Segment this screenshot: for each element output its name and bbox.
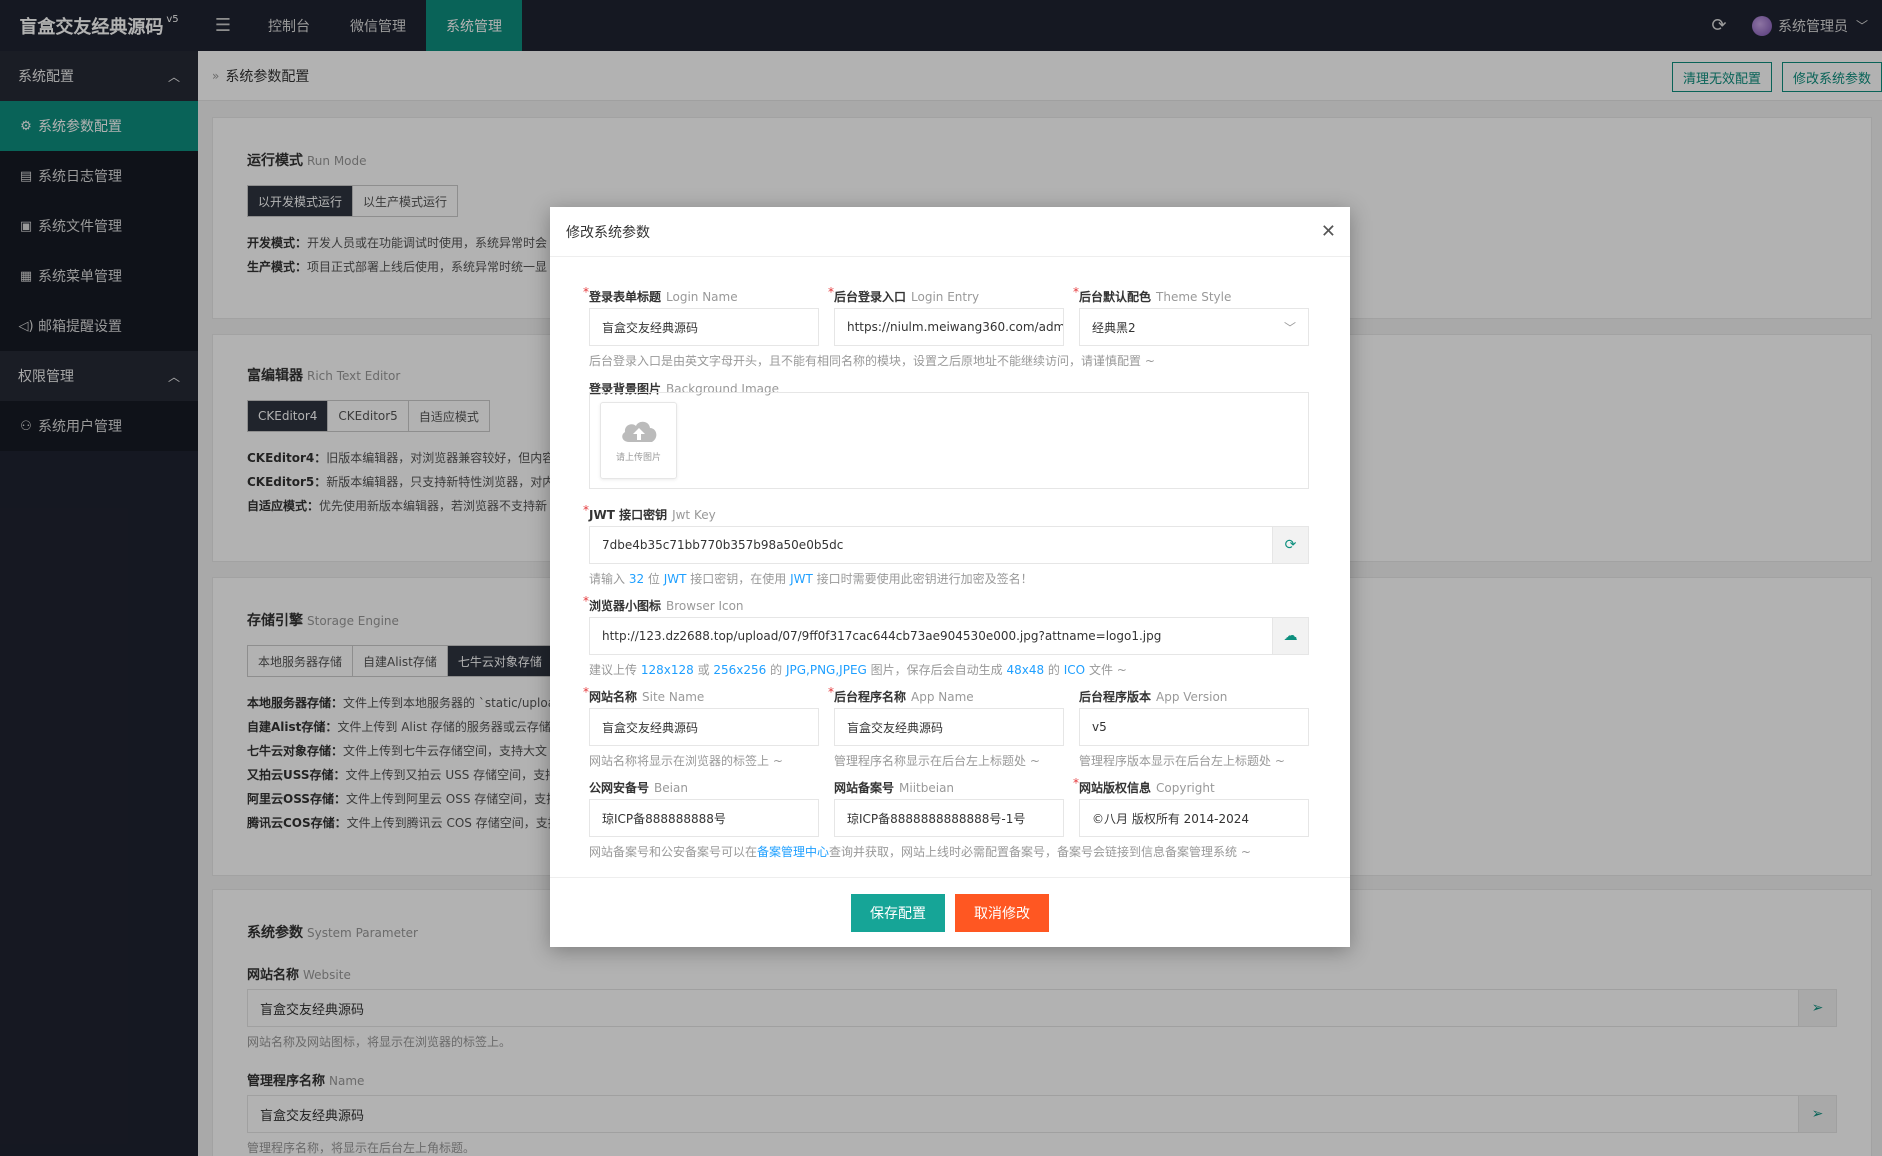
icon-help: 建议上传 128x128 或 256x256 的 JPG,PNG,JPEG 图片… — [589, 663, 1127, 677]
modal-header: 修改系统参数 ✕ — [550, 207, 1350, 257]
upload-image-button[interactable]: 请上传图片 — [600, 402, 677, 479]
app-name-input[interactable]: 盲盒交友经典源码 — [834, 708, 1064, 746]
app-name-label: * 后台程序名称 App Name — [828, 685, 974, 704]
save-config-button[interactable]: 保存配置 — [851, 893, 945, 932]
upload-text: 请上传图片 — [615, 453, 661, 463]
login-name-label: * 登录表单标题 Login Name — [583, 285, 738, 304]
cancel-edit-button[interactable]: 取消修改 — [955, 893, 1049, 932]
app-version-label: 后台程序版本 App Version — [1079, 690, 1228, 704]
cloud-upload-icon[interactable]: ☁ — [1272, 618, 1308, 654]
site-name-help: 网站名称将显示在浏览器的标签上 ~ — [589, 754, 783, 768]
entry-help: 后台登录入口是由英文字母开头，且不能有相同名称的模块，设置之后原地址不能继续访问… — [589, 354, 1155, 368]
login-name-input[interactable]: 盲盒交友经典源码 — [589, 308, 819, 346]
copyright-label: * 网站版权信息 Copyright — [1073, 776, 1215, 795]
modal-title: 修改系统参数 — [566, 224, 650, 241]
miitbeian-label: 网站备案号 Miitbeian — [834, 781, 955, 795]
beian-help: 网站备案号和公安备案号可以在备案管理中心查询并获取，网站上线时必需配置备案号，备… — [589, 845, 1251, 859]
refresh-icon[interactable]: ⟳ — [1272, 527, 1308, 563]
beian-center-link[interactable]: 备案管理中心 — [757, 845, 829, 859]
login-entry-input[interactable]: https://niulm.meiwang360.com/admin — [834, 308, 1064, 346]
close-icon[interactable]: ✕ — [1321, 221, 1336, 242]
app-name-help: 管理程序名称显示在后台左上标题处 ~ — [834, 754, 1040, 768]
modal-footer: 保存配置 取消修改 — [550, 877, 1350, 947]
jwt-help: 请输入 32 位 JWT 接口密钥，在使用 JWT 接口时需要使用此密钥进行加密… — [589, 572, 1033, 586]
browser-icon-input[interactable]: http://123.dz2688.top/upload/07/9ff0f317… — [589, 617, 1309, 655]
app-version-help: 管理程序版本显示在后台左上标题处 ~ — [1079, 754, 1285, 768]
edit-params-modal: 修改系统参数 ✕ * 登录表单标题 Login Name 盲盒交友经典源码 * 后台登… — [550, 207, 1350, 947]
site-name-input[interactable]: 盲盒交友经典源码 — [589, 708, 819, 746]
jwt-key-label: * JWT 接口密钥 Jwt Key — [583, 503, 716, 522]
copyright-input[interactable]: ©八月 版权所有 2014-2024 — [1079, 799, 1309, 837]
beian-input[interactable]: 琼ICP备888888888号 — [589, 799, 819, 837]
chevron-down-icon: ﹀ — [1283, 321, 1296, 335]
site-name-label: * 网站名称 Site Name — [583, 685, 705, 704]
bg-image-area: 请上传图片 — [589, 392, 1309, 489]
cloud-upload-icon — [621, 421, 656, 442]
browser-icon-label: * 浏览器小图标 Browser Icon — [583, 594, 744, 613]
theme-style-label: * 后台默认配色 Theme Style — [1073, 285, 1232, 304]
beian-label: 公网安备号 Beian — [589, 781, 688, 795]
app-version-input[interactable]: v5 — [1079, 708, 1309, 746]
jwt-key-input[interactable]: 7dbe4b35c71bb770b357b98a50e0b5dc ⟳ — [589, 526, 1309, 564]
login-entry-label: * 后台登录入口 Login Entry — [828, 285, 980, 304]
miitbeian-input[interactable]: 琼ICP备8888888888888号-1号 — [834, 799, 1064, 837]
theme-style-select[interactable]: 经典黑2 ﹀ — [1079, 308, 1309, 346]
